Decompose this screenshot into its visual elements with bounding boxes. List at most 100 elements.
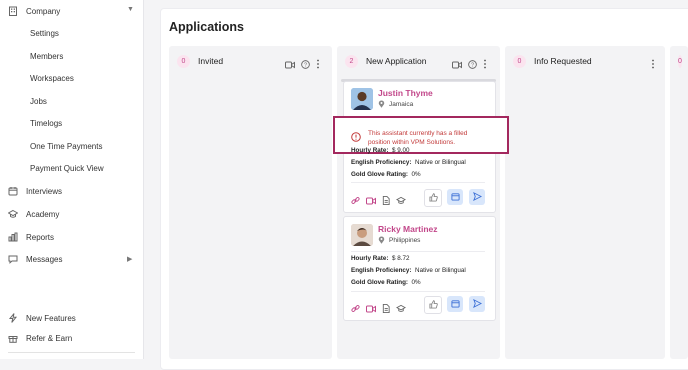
avatar — [351, 88, 373, 110]
chat-bubble-icon — [8, 254, 18, 264]
english-proficiency-value: Native or Bilingual — [415, 159, 466, 166]
column-title: Invited — [198, 56, 224, 66]
sidebar-item-label: Interviews — [26, 186, 63, 196]
sidebar-item-label: Academy — [26, 209, 60, 219]
thumbs-up-button[interactable] — [424, 189, 442, 207]
count-badge: 0 — [678, 54, 682, 68]
applicant-location: Philippines — [378, 236, 420, 244]
avatar — [351, 224, 373, 246]
graduation-cap-icon[interactable] — [396, 300, 406, 318]
help-icon[interactable]: ? — [301, 56, 310, 74]
sidebar-subitem-jobs[interactable]: Jobs — [30, 97, 47, 106]
hourly-rate-row: Hourly Rate: $ 9.00 — [351, 147, 409, 154]
sidebar-item-reports[interactable]: Reports — [8, 232, 54, 242]
chevron-down-icon[interactable]: ▼ — [127, 6, 134, 13]
lightning-icon — [8, 313, 18, 323]
sidebar-subitem-settings[interactable]: Settings — [30, 29, 59, 38]
sidebar-item-label: Messages — [26, 254, 63, 264]
location-text: Philippines — [389, 236, 421, 244]
warning-message: This assistant currently has a filled po… — [368, 130, 468, 146]
video-camera-icon[interactable] — [285, 56, 295, 74]
english-proficiency-label: English Proficiency: — [351, 159, 412, 166]
sidebar: Company ▼ Settings Members Workspaces Jo… — [0, 0, 144, 359]
page-title: Applications — [169, 20, 245, 34]
applicant-location: Jamaica — [378, 100, 413, 108]
sidebar-item-academy[interactable]: Academy — [8, 209, 59, 219]
thumbs-up-icon — [428, 296, 438, 314]
link-icon[interactable] — [351, 192, 360, 210]
english-proficiency-value: Native or Bilingual — [415, 267, 466, 274]
gold-glove-value: 0% — [411, 171, 421, 178]
card-divider — [351, 182, 485, 183]
svg-text:?: ? — [471, 63, 474, 69]
schedule-button[interactable] — [447, 189, 463, 205]
link-icon[interactable] — [351, 300, 360, 318]
schedule-button[interactable] — [447, 296, 463, 312]
count-badge: 2 — [345, 54, 358, 68]
calendar-icon — [8, 186, 18, 196]
sidebar-subitem-workspaces[interactable]: Workspaces — [30, 74, 74, 83]
sidebar-item-interviews[interactable]: Interviews — [8, 186, 62, 196]
sidebar-item-refer-earn[interactable]: Refer & Earn — [8, 333, 72, 343]
building-icon — [8, 6, 18, 16]
sidebar-item-messages[interactable]: Messages — [8, 254, 62, 264]
card-divider — [351, 291, 485, 292]
location-text: Jamaica — [389, 100, 414, 108]
send-icon — [472, 295, 482, 313]
document-icon[interactable] — [382, 192, 390, 210]
sidebar-item-label: Refer & Earn — [26, 333, 73, 343]
applicant-name[interactable]: Ricky Martinez — [378, 224, 438, 234]
gift-icon — [8, 333, 18, 343]
gold-glove-label: Gold Glove Rating: — [351, 171, 409, 178]
svg-text:?: ? — [304, 63, 307, 69]
location-pin-icon — [378, 236, 385, 244]
more-vertical-icon[interactable] — [316, 56, 320, 74]
english-proficiency-label: English Proficiency: — [351, 267, 412, 274]
column-invited: 0 Invited ? — [169, 46, 332, 359]
sidebar-item-new-features[interactable]: New Features — [8, 313, 76, 323]
sidebar-subitem-payment-quick-view[interactable]: Payment Quick View — [30, 164, 104, 173]
bar-chart-icon — [8, 232, 18, 242]
calendar-icon — [450, 188, 460, 206]
card-actions — [351, 300, 406, 318]
count-badge: 0 — [177, 54, 190, 68]
hourly-rate-row: Hourly Rate: $ 8.72 — [351, 255, 409, 262]
count-badge: 0 — [513, 54, 526, 68]
send-button[interactable] — [469, 189, 485, 205]
hourly-rate-value: $ 8.72 — [391, 255, 410, 262]
document-icon[interactable] — [382, 300, 390, 318]
hourly-rate-label: Hourly Rate: — [351, 147, 389, 154]
more-vertical-icon[interactable] — [483, 56, 487, 74]
column-title: New Application — [366, 56, 427, 66]
graduation-cap-icon — [8, 209, 18, 219]
sidebar-subitem-timelogs[interactable]: Timelogs — [30, 119, 62, 128]
gold-glove-row: Gold Glove Rating: 0% — [351, 171, 421, 178]
send-icon — [472, 188, 482, 206]
alert-circle-icon — [351, 129, 361, 147]
english-proficiency-row: English Proficiency: Native or Bilingual — [351, 267, 466, 274]
chevron-right-icon[interactable]: ▶ — [127, 255, 132, 263]
gold-glove-label: Gold Glove Rating: — [351, 279, 409, 286]
sidebar-subitem-members[interactable]: Members — [30, 52, 63, 61]
more-vertical-icon[interactable] — [651, 56, 655, 74]
send-button[interactable] — [469, 296, 485, 312]
column-title: Info Requested — [534, 56, 592, 66]
location-pin-icon — [378, 100, 385, 108]
hourly-rate-label: Hourly Rate: — [351, 255, 389, 262]
card-divider — [351, 251, 485, 252]
video-camera-icon[interactable] — [366, 300, 376, 318]
graduation-cap-icon[interactable] — [396, 192, 406, 210]
thumbs-up-icon — [428, 189, 438, 207]
sidebar-item-company[interactable]: Company — [8, 6, 60, 16]
sidebar-item-label: New Features — [26, 313, 76, 323]
help-icon[interactable]: ? — [468, 56, 477, 74]
sidebar-item-label: Company — [26, 6, 61, 16]
column-info-requested: 0 Info Requested — [505, 46, 665, 359]
gold-glove-row: Gold Glove Rating: 0% — [351, 279, 421, 286]
video-camera-icon[interactable] — [366, 192, 376, 210]
sidebar-subitem-one-time-payments[interactable]: One Time Payments — [30, 142, 102, 151]
applicant-name[interactable]: Justin Thyme — [378, 88, 433, 98]
video-camera-icon[interactable] — [452, 56, 462, 74]
hourly-rate-value: $ 9.00 — [391, 147, 410, 154]
thumbs-up-button[interactable] — [424, 296, 442, 314]
